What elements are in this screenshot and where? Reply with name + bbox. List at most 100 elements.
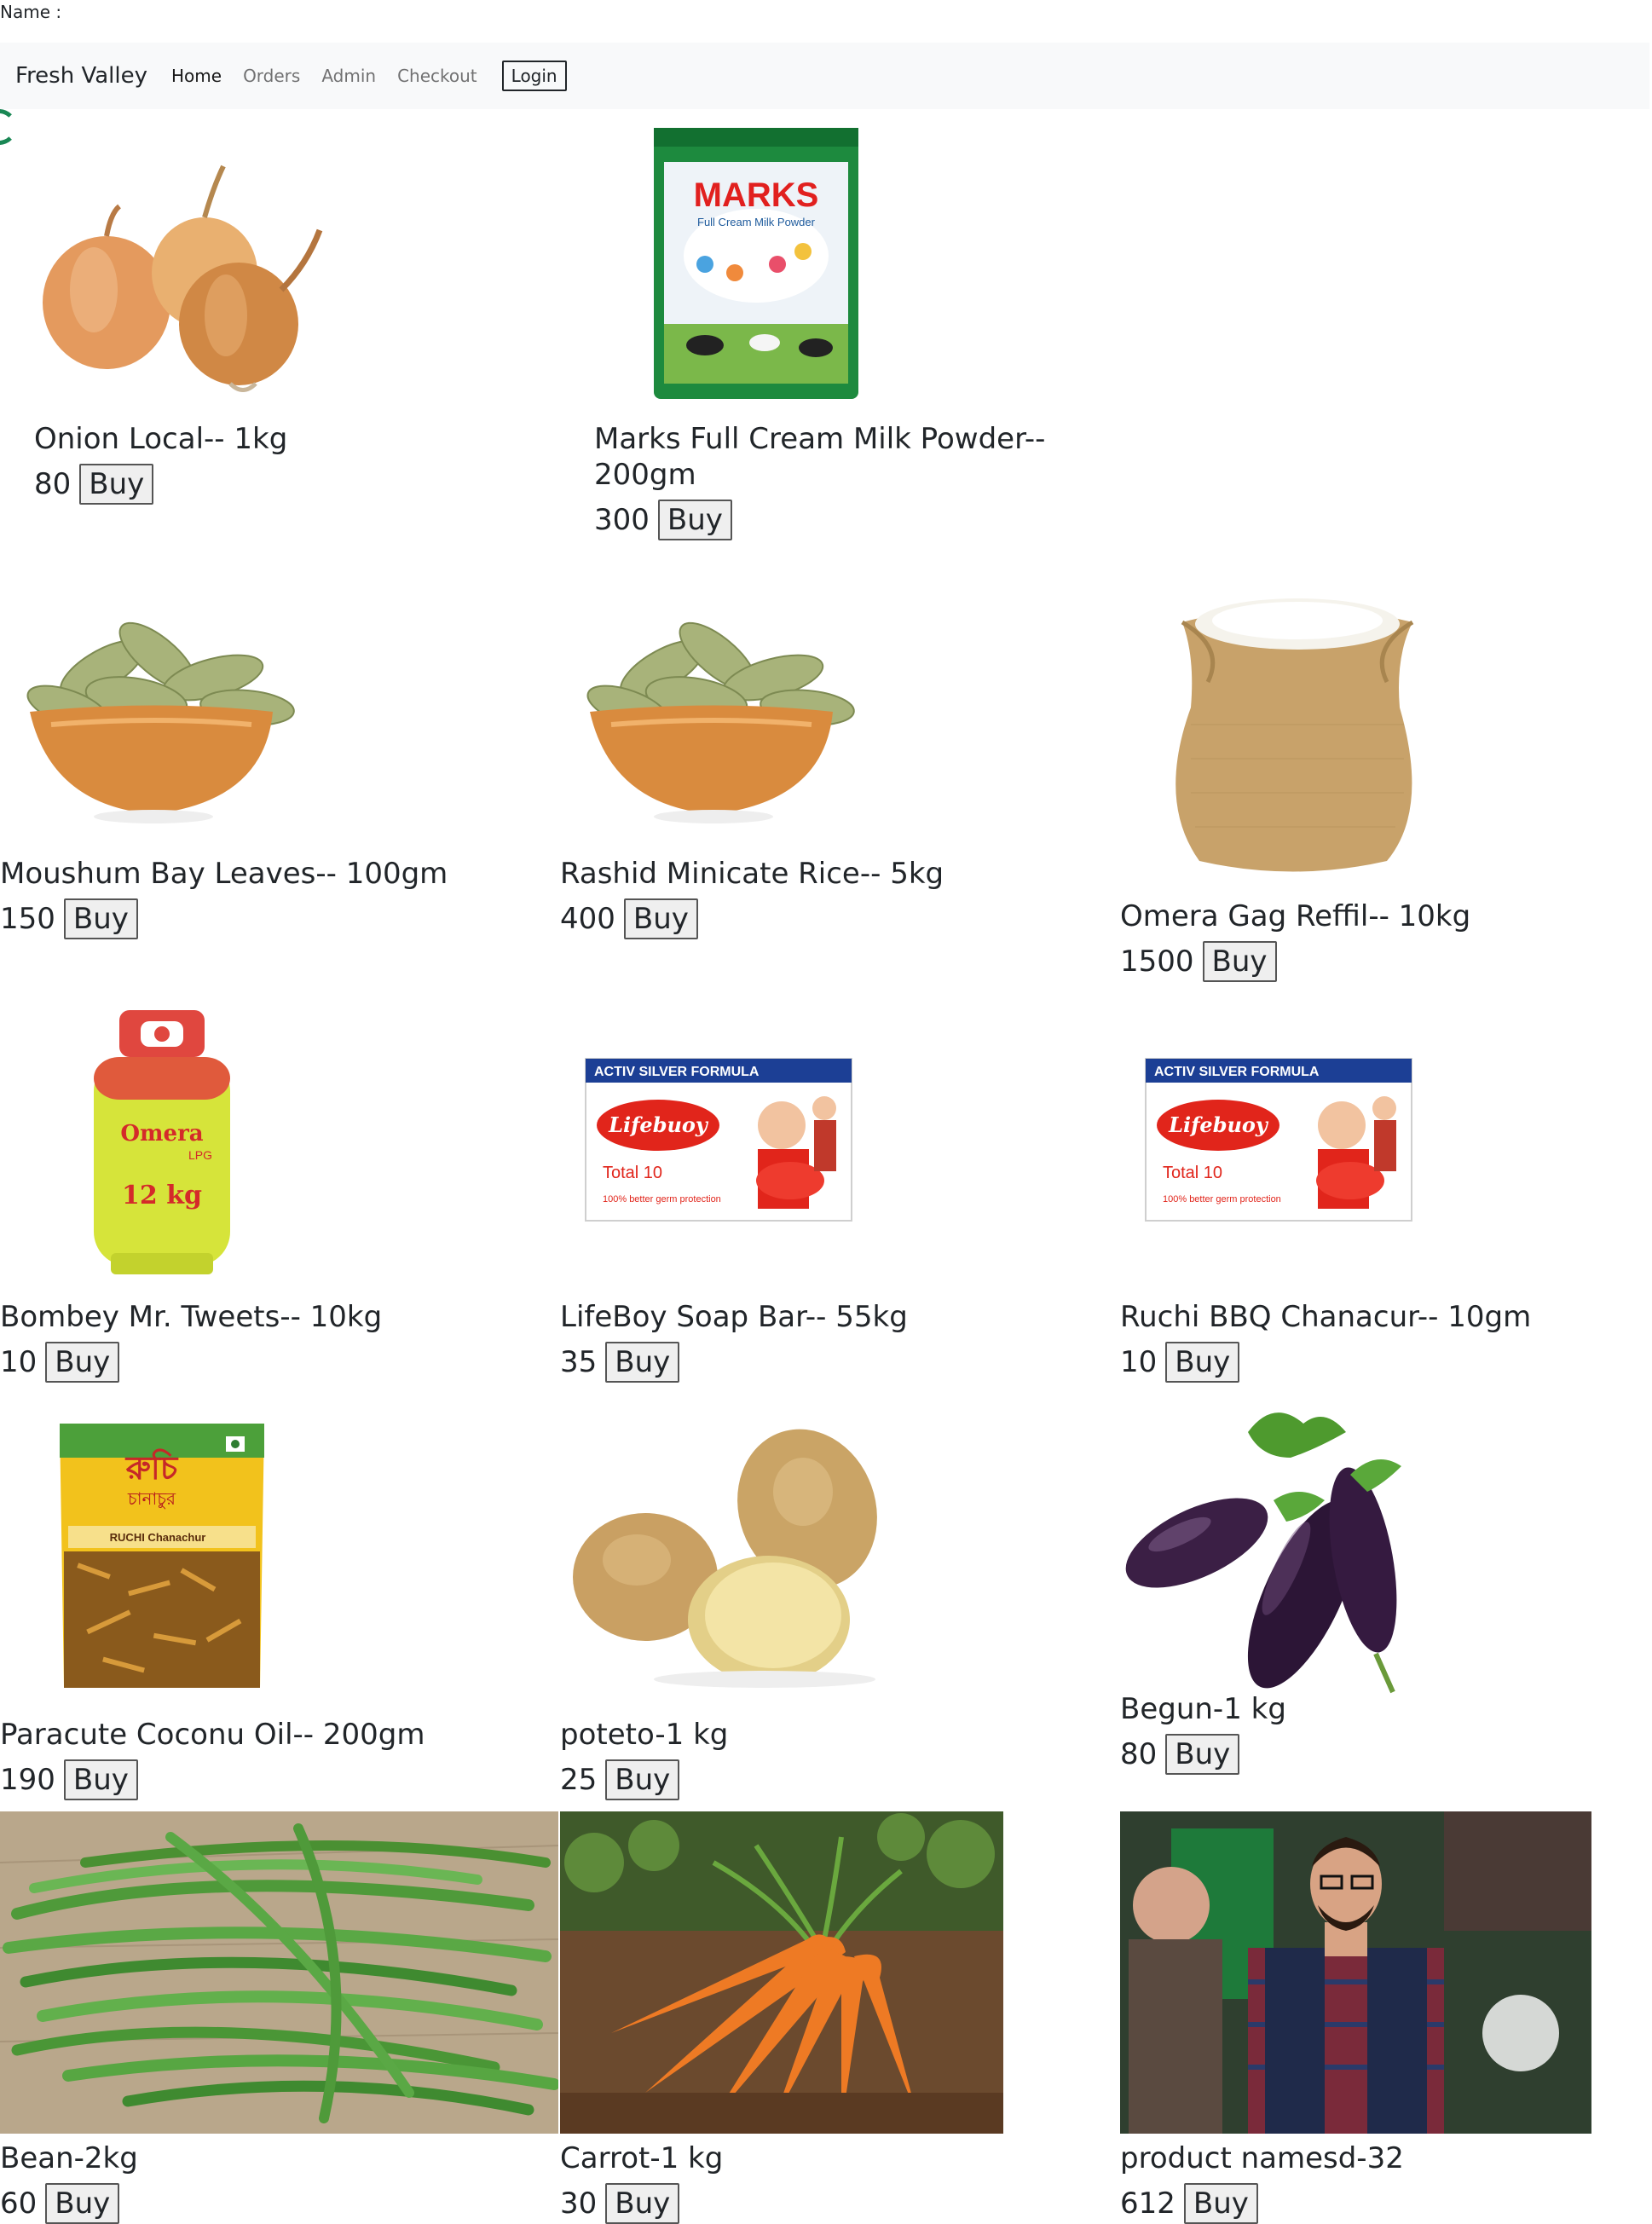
buy-button[interactable]: Buy: [63, 1759, 138, 1800]
rice-sack-image: [1157, 588, 1430, 878]
product-price: 30: [560, 2186, 598, 2221]
buy-button[interactable]: Buy: [1165, 1342, 1240, 1383]
product-title: Rashid Minicate Rice-- 5kg: [560, 857, 944, 891]
navbar: Fresh Valley Home Orders Admin Checkout …: [0, 43, 1649, 109]
brand-text: MARKS: [694, 176, 819, 214]
person-photo-image: [1120, 1811, 1591, 2134]
chanachur-packet-image: রুচি চানাচুর RUCHI Chanachur: [51, 1415, 273, 1696]
price-row: 10 Buy: [0, 1342, 554, 1383]
buy-button[interactable]: Buy: [605, 1759, 680, 1800]
price-row: 300 Buy: [594, 500, 1148, 540]
buy-button[interactable]: Buy: [1202, 941, 1277, 982]
product-card: Begun-1 kg 80 Buy: [1120, 1398, 1652, 1775]
buy-button[interactable]: Buy: [45, 1342, 120, 1383]
sub-text: LPG: [188, 1148, 212, 1162]
soap-box-image: ACTIV SILVER FORMULA Lifebuoy Total 10 1…: [1120, 1006, 1418, 1279]
buy-button[interactable]: Buy: [79, 464, 154, 505]
banner-text: ACTIV SILVER FORMULA: [1154, 1065, 1320, 1079]
product-price: 300: [594, 503, 650, 537]
product-card: Omera Gag Reffil-- 10kg 1500 Buy: [1120, 588, 1652, 982]
green-beans-image: [0, 1811, 558, 2134]
bay-leaves-bowl-image: [17, 588, 298, 835]
price-row: 80 Buy: [1120, 1734, 1652, 1775]
price-row: 10 Buy: [1120, 1342, 1652, 1383]
product-price: 35: [560, 1345, 598, 1379]
buy-button[interactable]: Buy: [657, 500, 732, 540]
product-price: 25: [560, 1763, 598, 1797]
product-price: 150: [0, 902, 55, 936]
product-price: 400: [560, 902, 615, 936]
extra-text: 100% better germ protection: [1163, 1194, 1281, 1204]
product-title: Omera Gag Reffil-- 10kg: [1120, 899, 1471, 933]
buy-button[interactable]: Buy: [623, 898, 698, 939]
product-price: 80: [34, 467, 72, 501]
product-title: Carrot-1 kg: [560, 2141, 724, 2175]
product-title: poteto-1 kg: [560, 1718, 729, 1752]
product-title: Moushum Bay Leaves-- 100gm: [0, 857, 448, 891]
product-card: ACTIV SILVER FORMULA Lifebuoy Total 10 1…: [1120, 1006, 1652, 1383]
product-card: Rashid Minicate Rice-- 5kg 400 Buy: [560, 588, 1114, 939]
product-card: poteto-1 kg 25 Buy: [560, 1415, 1114, 1800]
price-row: 400 Buy: [560, 898, 1114, 939]
brand-text: Omera: [120, 1121, 203, 1147]
banner-text: ACTIV SILVER FORMULA: [594, 1065, 760, 1079]
product-title: Ruchi BBQ Chanacur-- 10gm: [1120, 1300, 1532, 1334]
product-card: MARKS Full Cream Milk Powder Marks Full …: [594, 128, 1148, 540]
product-title: Bean-2kg: [0, 2141, 138, 2175]
nav-admin-link[interactable]: Admin: [321, 66, 376, 86]
product-title: Paracute Coconu Oil-- 200gm: [0, 1718, 425, 1752]
product-title: Onion Local-- 1kg: [34, 422, 288, 456]
price-row: 190 Buy: [0, 1759, 554, 1800]
nav-checkout-link[interactable]: Checkout: [397, 66, 477, 86]
product-price: 80: [1120, 1737, 1158, 1771]
milk-powder-packet-image: MARKS Full Cream Milk Powder: [654, 128, 858, 401]
buy-button[interactable]: Buy: [1165, 1734, 1240, 1775]
product-card: Omera LPG 12 kg Bombey Mr. Tweets-- 10kg…: [0, 1006, 554, 1383]
product-price: 612: [1120, 2186, 1175, 2221]
sub-text: Full Cream Milk Powder: [697, 216, 816, 228]
sub-text: Total 10: [1163, 1164, 1222, 1182]
extra-text: RUCHI Chanachur: [110, 1531, 206, 1544]
product-card: Moushum Bay Leaves-- 100gm 150 Buy: [0, 588, 554, 939]
price-row: 1500 Buy: [1120, 941, 1652, 982]
product-price: 190: [0, 1763, 55, 1797]
soap-box-image: ACTIV SILVER FORMULA Lifebuoy Total 10 1…: [560, 1006, 858, 1279]
nav-orders-link[interactable]: Orders: [243, 66, 300, 86]
buy-button[interactable]: Buy: [605, 1342, 680, 1383]
product-card: Bean-2kg 60 Buy: [0, 1811, 558, 2224]
brand-text: Lifebuoy: [608, 1112, 709, 1137]
onion-image: [34, 128, 324, 401]
price-row: 25 Buy: [560, 1759, 1114, 1800]
brand-text: রুচি: [124, 1448, 179, 1487]
extra-text: 12 kg: [122, 1181, 202, 1210]
product-card: রুচি চানাচুর RUCHI Chanachur Paracute Co…: [0, 1415, 554, 1800]
price-row: 150 Buy: [0, 898, 554, 939]
product-price: 10: [1120, 1345, 1158, 1379]
extra-text: 100% better germ protection: [603, 1194, 721, 1204]
price-row: 80 Buy: [34, 464, 588, 505]
product-card: product namesd-32 612 Buy: [1120, 1811, 1652, 2224]
bay-leaves-bowl-image: [577, 588, 858, 835]
product-title: Bombey Mr. Tweets-- 10kg: [0, 1300, 383, 1334]
carrot-image: [560, 1811, 1003, 2134]
product-title: LifeBoy Soap Bar-- 55kg: [560, 1300, 908, 1334]
nav-home-link[interactable]: Home: [171, 66, 222, 86]
buy-button[interactable]: Buy: [63, 898, 138, 939]
product-card: Onion Local-- 1kg 80 Buy: [34, 128, 588, 505]
product-card: ACTIV SILVER FORMULA Lifebuoy Total 10 1…: [560, 1006, 1114, 1383]
loading-spinner-icon: [0, 109, 17, 145]
product-price: 10: [0, 1345, 38, 1379]
product-title: product namesd-32: [1120, 2141, 1404, 2175]
product-price: 60: [0, 2186, 38, 2221]
nav-links: Home Orders Admin Checkout: [171, 66, 499, 86]
login-button[interactable]: Login: [501, 61, 567, 91]
product-card: Carrot-1 kg 30 Buy: [560, 1811, 1114, 2224]
brand-text: Lifebuoy: [1168, 1112, 1269, 1137]
sub-text: Total 10: [603, 1164, 662, 1182]
product-title: Marks Full Cream Milk Powder-- 200gm: [594, 422, 1046, 492]
gas-cylinder-image: Omera LPG 12 kg: [85, 1006, 239, 1279]
brand-link[interactable]: Fresh Valley: [15, 63, 147, 89]
product-price: 1500: [1120, 944, 1194, 979]
potato-image: [560, 1415, 888, 1696]
name-label: Name :: [0, 2, 62, 22]
